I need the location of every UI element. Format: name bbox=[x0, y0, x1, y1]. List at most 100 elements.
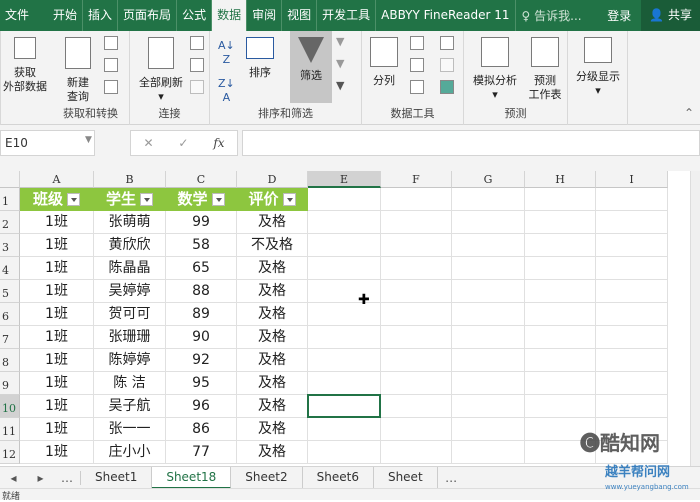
name-box[interactable]: E10 bbox=[0, 130, 95, 156]
column-header[interactable]: E bbox=[308, 171, 381, 188]
edit-links-icon[interactable] bbox=[190, 80, 204, 94]
cell[interactable] bbox=[381, 257, 452, 280]
cell[interactable] bbox=[452, 395, 525, 418]
ribbon-tab[interactable]: 开发工具 bbox=[317, 0, 377, 31]
data-validation-icon[interactable] bbox=[410, 80, 424, 94]
column-header[interactable]: B bbox=[94, 171, 166, 188]
row-header[interactable]: 1 bbox=[0, 188, 20, 211]
row-header[interactable]: 3 bbox=[0, 234, 20, 257]
more-sheets-left[interactable]: … bbox=[54, 470, 81, 485]
ribbon-tab[interactable]: 页面布局 bbox=[118, 0, 178, 31]
cell[interactable]: 班级 bbox=[20, 188, 94, 211]
cell[interactable] bbox=[525, 349, 596, 372]
cell[interactable] bbox=[308, 257, 381, 280]
ribbon-tab[interactable]: 插入 bbox=[83, 0, 119, 31]
cell[interactable] bbox=[452, 211, 525, 234]
sort-button[interactable]: 排序 bbox=[244, 37, 276, 80]
cell[interactable] bbox=[452, 234, 525, 257]
cell[interactable] bbox=[381, 188, 452, 211]
cell[interactable] bbox=[381, 395, 452, 418]
cell[interactable] bbox=[381, 280, 452, 303]
cell[interactable]: 及格 bbox=[237, 418, 308, 441]
cell[interactable] bbox=[308, 349, 381, 372]
row-header[interactable]: 11 bbox=[0, 418, 20, 441]
filter-dropdown-icon[interactable] bbox=[67, 193, 80, 206]
sheet-tab[interactable]: Sheet1 bbox=[81, 466, 153, 489]
cell[interactable]: 张一一 bbox=[94, 418, 166, 441]
column-header[interactable]: F bbox=[381, 171, 452, 188]
cell[interactable] bbox=[452, 303, 525, 326]
collapse-ribbon-icon[interactable]: ⌃ bbox=[684, 106, 694, 120]
cell[interactable] bbox=[452, 257, 525, 280]
reapply-icon[interactable]: ▼ bbox=[336, 57, 344, 71]
cell[interactable]: 及格 bbox=[237, 372, 308, 395]
sheet-tab[interactable]: Sheet2 bbox=[231, 466, 303, 489]
cell[interactable]: 及格 bbox=[237, 395, 308, 418]
cell[interactable]: 1班 bbox=[20, 257, 94, 280]
cell[interactable]: 吴婷婷 bbox=[94, 280, 166, 303]
cell[interactable] bbox=[381, 326, 452, 349]
remove-duplicates-icon[interactable] bbox=[410, 58, 424, 72]
cell[interactable] bbox=[525, 326, 596, 349]
cell[interactable] bbox=[525, 303, 596, 326]
ribbon-tab[interactable]: 开始 bbox=[48, 0, 84, 31]
refresh-all-button[interactable]: 全部刷新 ▾ bbox=[132, 37, 190, 104]
cell[interactable] bbox=[452, 441, 525, 464]
cell[interactable] bbox=[452, 372, 525, 395]
filter-button[interactable]: 筛选 bbox=[290, 31, 332, 103]
cancel-icon[interactable]: ✕ bbox=[143, 136, 153, 150]
vertical-scrollbar[interactable] bbox=[690, 171, 700, 466]
column-header[interactable]: G bbox=[452, 171, 525, 188]
forecast-sheet-button[interactable]: 预测 工作表 bbox=[526, 37, 564, 102]
cell[interactable] bbox=[596, 280, 668, 303]
show-queries-icon[interactable] bbox=[104, 36, 118, 50]
column-header[interactable]: A bbox=[20, 171, 94, 188]
enter-icon[interactable]: ✓ bbox=[178, 136, 188, 150]
cell[interactable]: 99 bbox=[166, 211, 237, 234]
cell[interactable]: 张萌萌 bbox=[94, 211, 166, 234]
outline-button[interactable]: 分级显示 ▾ bbox=[572, 37, 624, 98]
cell[interactable]: 86 bbox=[166, 418, 237, 441]
cell[interactable] bbox=[381, 441, 452, 464]
cell[interactable]: 1班 bbox=[20, 280, 94, 303]
cell[interactable] bbox=[596, 257, 668, 280]
column-header[interactable]: C bbox=[166, 171, 237, 188]
cell[interactable]: 张珊珊 bbox=[94, 326, 166, 349]
cell[interactable]: 1班 bbox=[20, 372, 94, 395]
insert-function-icon[interactable]: fx bbox=[213, 136, 224, 150]
cell[interactable] bbox=[525, 211, 596, 234]
cell[interactable]: 及格 bbox=[237, 211, 308, 234]
cell[interactable]: 及格 bbox=[237, 326, 308, 349]
share-button[interactable]: 👤 共享 bbox=[641, 0, 700, 31]
cell[interactable]: 学生 bbox=[94, 188, 166, 211]
cell[interactable]: 88 bbox=[166, 280, 237, 303]
cell[interactable]: 及格 bbox=[237, 280, 308, 303]
formula-input[interactable] bbox=[242, 130, 700, 156]
row-header[interactable]: 7 bbox=[0, 326, 20, 349]
row-header[interactable]: 5 bbox=[0, 280, 20, 303]
cell[interactable] bbox=[381, 211, 452, 234]
cell[interactable]: 96 bbox=[166, 395, 237, 418]
ribbon-tab[interactable]: 审阅 bbox=[247, 0, 283, 31]
cell[interactable]: 陈晶晶 bbox=[94, 257, 166, 280]
selected-cell-E10[interactable] bbox=[307, 394, 381, 418]
cell[interactable]: 及格 bbox=[237, 441, 308, 464]
sheet-tab[interactable]: Sheet6 bbox=[303, 466, 374, 489]
cell[interactable]: 1班 bbox=[20, 234, 94, 257]
cell[interactable]: 及格 bbox=[237, 257, 308, 280]
cell[interactable]: 77 bbox=[166, 441, 237, 464]
cell[interactable] bbox=[525, 280, 596, 303]
cell[interactable] bbox=[596, 372, 668, 395]
from-table-icon[interactable] bbox=[104, 58, 118, 72]
new-query-button[interactable]: 新建 查询 bbox=[58, 37, 98, 104]
cell[interactable]: 评价 bbox=[237, 188, 308, 211]
row-header[interactable]: 8 bbox=[0, 349, 20, 372]
cell[interactable]: 陈婷婷 bbox=[94, 349, 166, 372]
cell[interactable]: 1班 bbox=[20, 441, 94, 464]
sheet-tab[interactable]: Sheet18 bbox=[152, 466, 232, 489]
cell[interactable] bbox=[596, 326, 668, 349]
name-box-dropdown-icon[interactable]: ▼ bbox=[85, 135, 92, 145]
worksheet-grid[interactable]: A B C D E F G H I 1 班级 学生 数学 评价 2 1班 张萌萌 99 及格 3 1班 黄欣欣 58 不及格 4… bbox=[0, 171, 690, 466]
sort-desc-icon[interactable]: Z↓ A bbox=[218, 77, 235, 105]
cell[interactable] bbox=[525, 234, 596, 257]
